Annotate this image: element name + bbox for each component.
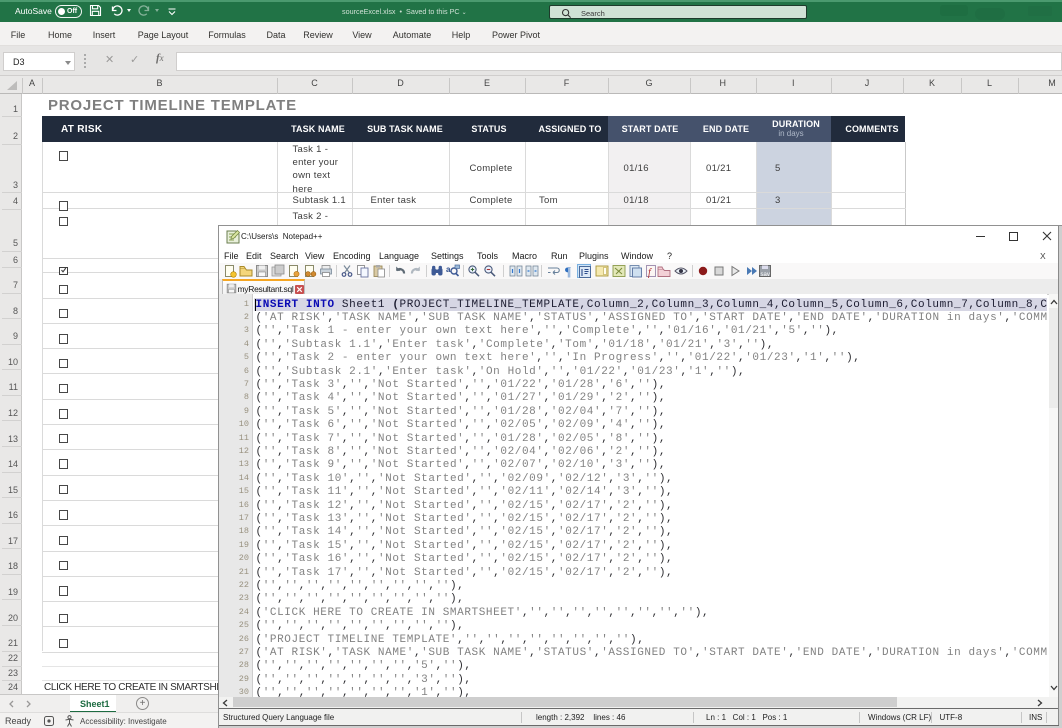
svg-text:¶: ¶ xyxy=(565,264,571,278)
svg-text:a: a xyxy=(446,265,451,274)
svg-text:sav: sav xyxy=(761,272,770,278)
